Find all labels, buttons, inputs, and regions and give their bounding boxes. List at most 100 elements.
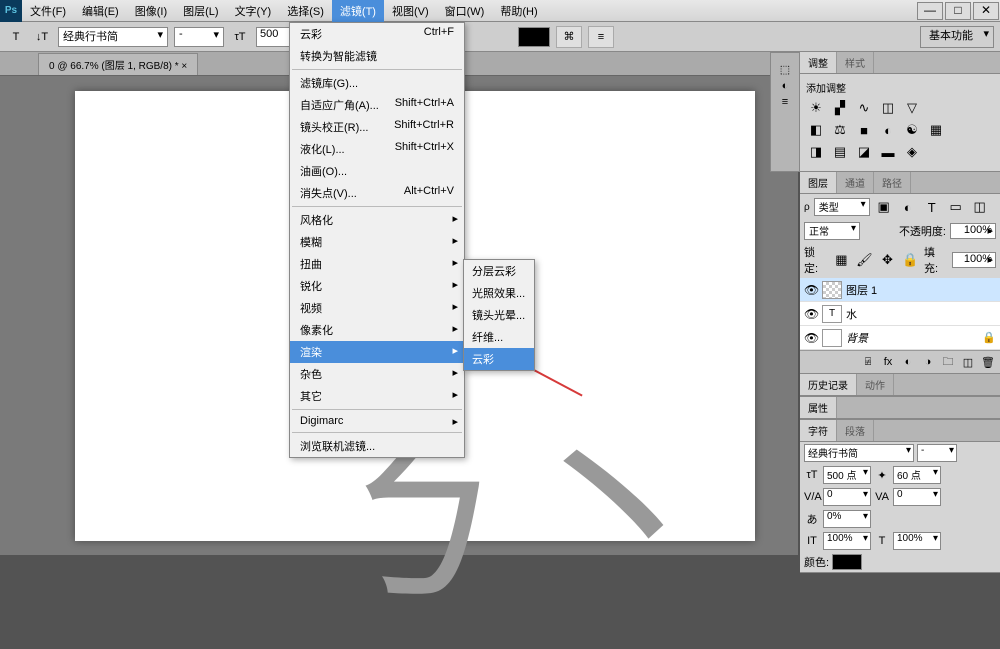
char-color-swatch[interactable] bbox=[832, 554, 862, 570]
menu-选择(S)[interactable]: 选择(S) bbox=[279, 0, 332, 22]
filter-item[interactable]: 其它 bbox=[290, 385, 464, 407]
lock-transparent-icon[interactable]: ▦ bbox=[832, 251, 851, 269]
filter-item[interactable]: 锐化 bbox=[290, 275, 464, 297]
char-panel-button[interactable]: ≡ bbox=[588, 26, 614, 48]
filter-item[interactable]: 液化(L)...Shift+Ctrl+X bbox=[290, 138, 464, 160]
render-item[interactable]: 镜头光晕... bbox=[464, 304, 534, 326]
menu-帮助(H)[interactable]: 帮助(H) bbox=[492, 0, 545, 22]
tab-adjustments[interactable]: 调整 bbox=[800, 52, 837, 73]
mixer-icon[interactable]: ☯ bbox=[902, 121, 922, 139]
levels-icon[interactable]: ▞ bbox=[830, 99, 850, 117]
tab-paragraph[interactable]: 段落 bbox=[837, 420, 874, 441]
text-color-swatch[interactable] bbox=[518, 27, 550, 47]
group-icon[interactable]: 🗀 bbox=[939, 354, 957, 370]
filter-item[interactable]: 转换为智能滤镜 bbox=[290, 45, 464, 67]
layer-row[interactable]: 👁背景🔒 bbox=[800, 326, 1000, 350]
lock-paint-icon[interactable]: 🖌 bbox=[855, 251, 874, 269]
char-font-select[interactable]: 经典行书简 bbox=[804, 444, 914, 462]
filter-item[interactable]: 模糊 bbox=[290, 231, 464, 253]
opacity-input[interactable]: 100% bbox=[950, 223, 996, 239]
delete-layer-icon[interactable]: 🗑 bbox=[979, 354, 997, 370]
balance-icon[interactable]: ⚖ bbox=[830, 121, 850, 139]
menu-编辑(E)[interactable]: 编辑(E) bbox=[74, 0, 127, 22]
tab-styles[interactable]: 样式 bbox=[837, 52, 874, 73]
vibrance-icon[interactable]: ▽ bbox=[902, 99, 922, 117]
photo-filter-icon[interactable]: ◐ bbox=[878, 121, 898, 139]
filter-item[interactable]: 扭曲 bbox=[290, 253, 464, 275]
tab-actions[interactable]: 动作 bbox=[857, 374, 894, 395]
filter-item[interactable]: 渲染 bbox=[290, 341, 464, 363]
gradient-map-icon[interactable]: ▬ bbox=[878, 143, 898, 161]
menu-图像(I)[interactable]: 图像(I) bbox=[127, 0, 175, 22]
char-style-select[interactable]: - bbox=[917, 444, 957, 462]
lock-move-icon[interactable]: ✥ bbox=[878, 251, 897, 269]
filter-item[interactable]: 云彩Ctrl+F bbox=[290, 23, 464, 45]
menu-滤镜(T)[interactable]: 滤镜(T) bbox=[332, 0, 384, 22]
filter-item[interactable]: 视频 bbox=[290, 297, 464, 319]
close-button[interactable]: ✕ bbox=[973, 2, 999, 20]
workspace-select[interactable]: 基本功能 bbox=[920, 26, 994, 48]
dock-icon[interactable]: ≡ bbox=[782, 96, 788, 108]
fx-icon[interactable]: fx bbox=[879, 354, 897, 370]
lookup-icon[interactable]: ▦ bbox=[926, 121, 946, 139]
menu-文件(F)[interactable]: 文件(F) bbox=[22, 0, 74, 22]
filter-item[interactable]: 镜头校正(R)...Shift+Ctrl+R bbox=[290, 116, 464, 138]
collapsed-dock[interactable]: ⬚ ◐ ≡ bbox=[770, 52, 800, 172]
char-vscale-input[interactable]: 100% bbox=[823, 532, 871, 550]
new-layer-icon[interactable]: ◫ bbox=[959, 354, 977, 370]
brightness-icon[interactable]: ☀ bbox=[806, 99, 826, 117]
dock-icon[interactable]: ◐ bbox=[782, 80, 789, 92]
dock-icon[interactable]: ⬚ bbox=[780, 63, 790, 76]
menu-图层(L)[interactable]: 图层(L) bbox=[175, 0, 226, 22]
filter-item[interactable]: 浏览联机滤镜... bbox=[290, 435, 464, 457]
tab-channels[interactable]: 通道 bbox=[837, 172, 874, 193]
maximize-button[interactable]: □ bbox=[945, 2, 971, 20]
fill-input[interactable]: 100% bbox=[952, 252, 996, 268]
tab-properties[interactable]: 属性 bbox=[800, 397, 837, 418]
menu-文字(Y)[interactable]: 文字(Y) bbox=[227, 0, 280, 22]
char-size-input[interactable]: 500 点 bbox=[823, 466, 871, 484]
filter-item[interactable]: 自适应广角(A)...Shift+Ctrl+A bbox=[290, 94, 464, 116]
filter-kind-select[interactable]: 类型 bbox=[814, 198, 870, 216]
char-track-input[interactable]: 0 bbox=[893, 488, 941, 506]
orientation-icon[interactable]: ↓T bbox=[32, 27, 52, 47]
filter-adj-icon[interactable]: ◐ bbox=[898, 198, 918, 216]
tab-paths[interactable]: 路径 bbox=[874, 172, 911, 193]
bw-icon[interactable]: ■ bbox=[854, 121, 874, 139]
char-scale-input[interactable]: 0% bbox=[823, 510, 871, 528]
filter-item[interactable]: Digimarc bbox=[290, 412, 464, 430]
font-style-select[interactable]: - bbox=[174, 27, 224, 47]
filter-type-icon[interactable]: T bbox=[922, 198, 942, 216]
filter-img-icon[interactable]: ▣ bbox=[874, 198, 894, 216]
render-item[interactable]: 光照效果... bbox=[464, 282, 534, 304]
blend-mode-select[interactable]: 正常 bbox=[804, 222, 860, 240]
filter-item[interactable]: 滤镜库(G)... bbox=[290, 72, 464, 94]
posterize-icon[interactable]: ▤ bbox=[830, 143, 850, 161]
menu-视图(V)[interactable]: 视图(V) bbox=[384, 0, 437, 22]
filter-item[interactable]: 消失点(V)...Alt+Ctrl+V bbox=[290, 182, 464, 204]
document-tab[interactable]: 0 @ 66.7% (图层 1, RGB/8) * × bbox=[38, 53, 198, 75]
layer-row[interactable]: 👁图层 1 bbox=[800, 278, 1000, 302]
filter-item[interactable]: 风格化 bbox=[290, 209, 464, 231]
selective-icon[interactable]: ◈ bbox=[902, 143, 922, 161]
filter-item[interactable]: 像素化 bbox=[290, 319, 464, 341]
render-item[interactable]: 云彩 bbox=[464, 348, 534, 370]
threshold-icon[interactable]: ◪ bbox=[854, 143, 874, 161]
filter-shape-icon[interactable]: ▭ bbox=[946, 198, 966, 216]
adjustment-layer-icon[interactable]: ◑ bbox=[919, 354, 937, 370]
layer-row[interactable]: 👁T水 bbox=[800, 302, 1000, 326]
render-item[interactable]: 纤维... bbox=[464, 326, 534, 348]
char-hscale-input[interactable]: 100% bbox=[893, 532, 941, 550]
visibility-icon[interactable]: 👁 bbox=[804, 283, 818, 297]
link-layers-icon[interactable]: ⍯ bbox=[859, 354, 877, 370]
tab-layers[interactable]: 图层 bbox=[800, 172, 837, 193]
hue-icon[interactable]: ◧ bbox=[806, 121, 826, 139]
render-item[interactable]: 分层云彩 bbox=[464, 260, 534, 282]
mask-icon[interactable]: ◐ bbox=[899, 354, 917, 370]
menu-窗口(W)[interactable]: 窗口(W) bbox=[437, 0, 493, 22]
tab-history[interactable]: 历史记录 bbox=[800, 374, 857, 395]
filter-smart-icon[interactable]: ◫ bbox=[970, 198, 990, 216]
char-leading-input[interactable]: 60 点 bbox=[893, 466, 941, 484]
tab-character[interactable]: 字符 bbox=[800, 420, 837, 441]
font-family-select[interactable]: 经典行书简 bbox=[58, 27, 168, 47]
